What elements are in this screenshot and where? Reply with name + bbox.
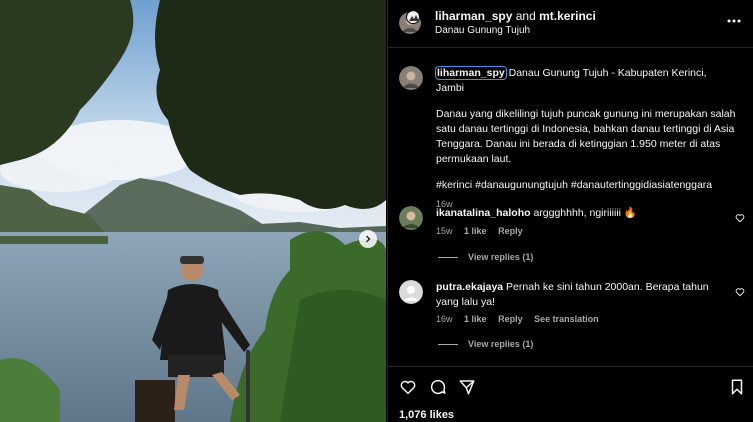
comment-likes[interactable]: 1 like [464, 226, 487, 236]
comment-like-heart-icon[interactable] [735, 287, 745, 297]
view-replies-label: View replies (1) [468, 339, 534, 349]
heart-icon[interactable] [399, 378, 417, 396]
view-replies-button[interactable]: View replies (1) [438, 252, 533, 262]
send-icon[interactable] [458, 378, 476, 396]
comment-reply-button[interactable]: Reply [498, 314, 523, 324]
post-actions-bar: 1,076 likes [388, 366, 753, 422]
comment-icon[interactable] [429, 378, 447, 396]
commenter-avatar[interactable] [399, 280, 423, 304]
post-authors: liharman_spy and mt.kerinci [435, 9, 596, 23]
replies-divider [438, 343, 458, 345]
post-details-panel: liharman_spy and mt.kerinci Danau Gunung… [387, 0, 753, 422]
next-photo-button[interactable] [359, 230, 377, 248]
post-header: liharman_spy and mt.kerinci Danau Gunung… [388, 0, 753, 48]
comment-reply-button[interactable]: Reply [498, 226, 523, 236]
bookmark-icon[interactable] [728, 378, 746, 396]
more-horizontal-icon [727, 19, 741, 23]
comment-text: ikanatalina_haloho arggghhhh, ngiriiiiii… [436, 206, 726, 221]
comment-text: putra.ekajaya Pernah ke sini tahun 2000a… [436, 280, 726, 310]
post-photo[interactable] [0, 0, 386, 422]
view-replies-button[interactable]: View replies (1) [438, 339, 533, 349]
more-options-button[interactable] [726, 13, 742, 29]
comment-likes[interactable]: 1 like [464, 314, 487, 324]
collab-joiner: and [515, 9, 536, 23]
comment-time[interactable]: 16w [436, 314, 453, 324]
caption-author-avatar[interactable] [399, 66, 423, 90]
comment-meta: 16w 1 like Reply See translation [436, 314, 608, 324]
collaborator-avatar[interactable] [406, 10, 420, 24]
replies-divider [438, 256, 458, 258]
caption-hashtags[interactable]: #kerinci #danaugunungtujuh #danauterting… [436, 178, 736, 193]
comment-message: arggghhhh, ngiriiiiii 🔥 [533, 207, 637, 219]
comment-like-heart-icon[interactable] [735, 213, 745, 223]
comment-meta: 15w 1 like Reply [436, 226, 532, 236]
post-caption: liharman_spy Danau Gunung Tujuh - Kabupa… [435, 66, 736, 212]
lake-landscape-image [0, 0, 386, 422]
caption-body: Danau yang dikelilingi tujuh puncak gunu… [436, 108, 736, 165]
see-translation-button[interactable]: See translation [534, 314, 599, 324]
commenter-avatar[interactable] [399, 206, 423, 230]
author-username[interactable]: liharman_spy [435, 9, 512, 23]
caption-username[interactable]: liharman_spy [435, 66, 507, 80]
collaborator-username[interactable]: mt.kerinci [539, 9, 596, 23]
chevron-right-icon [366, 235, 371, 243]
comment-time[interactable]: 15w [436, 226, 453, 236]
comment-username[interactable]: putra.ekajaya [436, 281, 503, 293]
view-replies-label: View replies (1) [468, 252, 534, 262]
likes-count[interactable]: 1,076 likes [399, 409, 454, 421]
location-link[interactable]: Danau Gunung Tujuh [435, 25, 530, 36]
comment-username[interactable]: ikanatalina_haloho [436, 207, 531, 219]
